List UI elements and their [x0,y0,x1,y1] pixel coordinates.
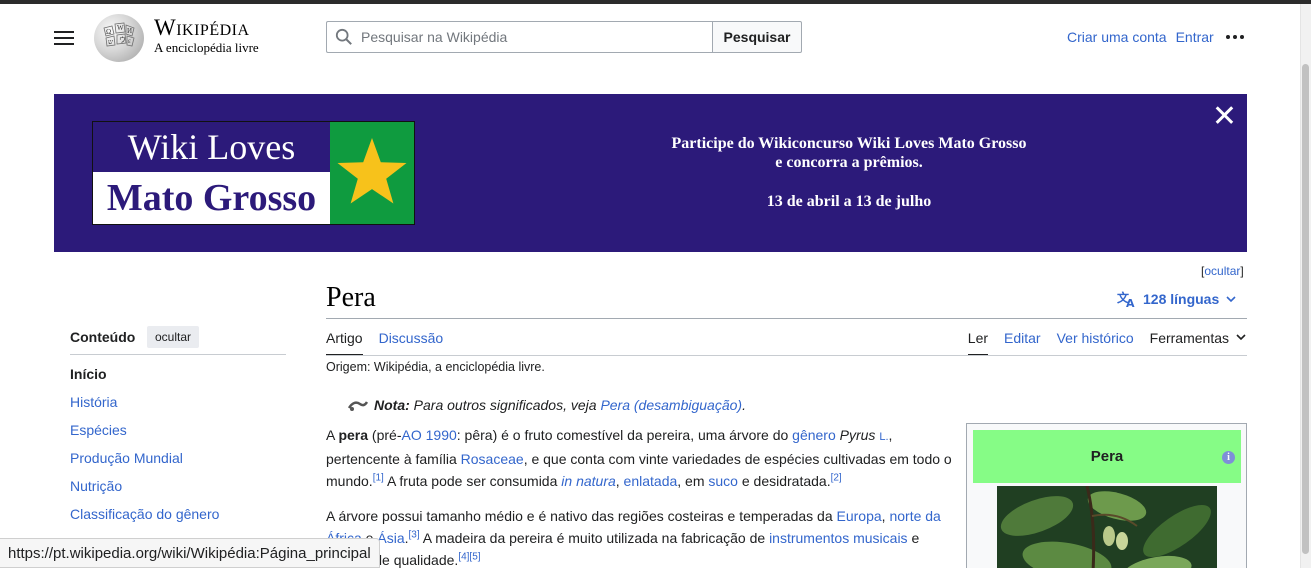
search-form: Pesquisar [326,21,802,53]
svg-text:A: A [1126,297,1135,308]
tabs-divider [326,355,1247,356]
create-account-link[interactable]: Criar uma conta [1067,29,1167,45]
search-input[interactable] [361,29,691,45]
toc-item-producao-mundial[interactable]: Produção Mundial [70,450,219,478]
wikipedia-wordmark[interactable]: Wikipédia A enciclopédia livre [154,16,259,56]
user-links: Criar uma conta Entrar [1067,29,1214,45]
language-selector[interactable]: 文A 128 línguas [1117,290,1237,308]
banner-dates: 13 de abril a 13 de julho [766,193,932,210]
wordmark-title: Wikipédia [154,15,250,40]
toc-title: Conteúdo [70,329,136,345]
search-icon [335,28,352,45]
svg-text:ウ: ウ [119,36,126,44]
hatnote-label: Nota: [374,397,410,413]
translate-icon: 文A [1117,290,1135,308]
toc-divider [70,354,286,355]
tab-editar[interactable]: Editar [1004,330,1041,356]
link-instrumentos-musicais[interactable]: instrumentos musicais [769,530,908,546]
article-body: A pera (pré-AO 1990: pêra) é o fruto com… [326,424,953,568]
svg-text:Ω: Ω [106,28,111,36]
toc-item-especies[interactable]: Espécies [70,422,219,450]
ref-1[interactable]: [1] [373,472,384,483]
infobox-header: Pera i [973,430,1241,483]
ref-4-5[interactable]: [4][5] [458,551,480,562]
tab-artigo[interactable]: Artigo [326,330,363,356]
status-bar-url: https://pt.wikipedia.org/wiki/Wikipédia:… [0,538,380,568]
flag-star-icon [330,122,414,224]
banner-message-line-2: e concorra a prêmios. [775,154,923,171]
link-genero[interactable]: gênero [792,427,836,443]
banner-message-line-1: Participe do Wikiconcurso Wiki Loves Mat… [671,135,1027,152]
infobox-title: Pera [1090,448,1124,465]
disambiguation-icon [348,401,368,411]
ref-3[interactable]: [3] [409,529,420,540]
link-suco[interactable]: suco [708,473,738,489]
tools-menu[interactable]: Ferramentas [1150,330,1247,356]
main-menu-icon[interactable] [54,28,74,46]
info-icon[interactable]: i [1222,451,1235,464]
tab-ler[interactable]: Ler [967,330,989,356]
link-in-natura[interactable]: in natura [561,473,615,489]
site-subtitle: Origem: Wikipédia, a enciclopédia livre. [326,360,545,374]
pear-tree-image[interactable] [997,486,1217,568]
hide-banner-link-text[interactable]: ocultar [1204,264,1240,278]
scrollbar-thumb[interactable] [1302,64,1309,554]
scrollbar[interactable] [1300,4,1311,568]
login-link[interactable]: Entrar [1176,29,1214,45]
tab-discussao[interactable]: Discussão [379,330,444,356]
chevron-down-icon [1236,334,1246,341]
wikipedia-globe-logo[interactable]: ΩWИ שウε [94,14,144,62]
toc-item-historia[interactable]: História [70,394,219,422]
view-tabs: Ler Editar Ver histórico Ferramentas [967,330,1247,356]
search-button[interactable]: Pesquisar [712,21,802,53]
search-field[interactable] [326,21,712,53]
hatnote: Nota: Para outros significados, veja Per… [348,397,746,413]
namespace-tabs: Artigo Discussão [326,330,443,356]
link-ao-1990[interactable]: AO 1990 [402,427,457,443]
link-europa[interactable]: Europa [837,508,882,524]
link-rosaceae[interactable]: Rosaceae [461,451,524,467]
tools-label: Ferramentas [1149,330,1229,346]
link-enlatada[interactable]: enlatada [624,473,678,489]
toc-item-classificacao[interactable]: Classificação do gênero [70,506,219,534]
toc-hide-button[interactable]: ocultar [147,326,200,348]
link-asia[interactable]: Ásia [377,530,404,546]
chevron-down-icon [1226,296,1236,303]
logo-line-1: Wiki Loves [93,122,330,172]
ref-2[interactable]: [2] [831,472,842,483]
infobox: Pera i [966,423,1247,568]
link-linnaeus[interactable]: L. [879,431,888,443]
close-banner-icon[interactable]: ✕ [1212,102,1237,132]
campaign-banner: ✕ Wiki Loves Mato Grosso Participe do Wi… [54,94,1247,252]
hatnote-link[interactable]: Pera (desambiguação) [600,397,742,413]
toc-item-inicio[interactable]: Início [70,366,219,394]
toc-item-nutricao[interactable]: Nutrição [70,478,219,506]
wordmark-tagline: A enciclopédia livre [154,40,259,55]
svg-text:ε: ε [128,37,131,45]
title-divider [326,318,1247,319]
paragraph-1: A pera (pré-AO 1990: pêra) é o fruto com… [326,427,952,489]
language-count: 128 línguas [1143,291,1220,307]
more-options-icon[interactable] [1226,35,1244,39]
svg-text:И: И [127,27,132,35]
hatnote-text: Para outros significados, veja [413,397,597,413]
window-top-border [0,0,1311,4]
logo-line-2: Mato Grosso [93,172,330,224]
banner-message: Participe do Wikiconcurso Wiki Loves Mat… [594,134,1104,211]
tab-ver-historico[interactable]: Ver histórico [1057,330,1134,356]
svg-text:ש: ש [108,38,113,46]
svg-text:W: W [117,24,124,32]
toc-list: Início História Espécies Produção Mundia… [70,366,219,534]
paragraph-2: A árvore possui tamanho médio e é nativo… [326,508,941,568]
page-title: Pera [326,282,376,313]
hide-banner-link: [ocultar] [1201,264,1244,278]
wiki-loves-mato-grosso-logo[interactable]: Wiki Loves Mato Grosso [92,121,415,225]
